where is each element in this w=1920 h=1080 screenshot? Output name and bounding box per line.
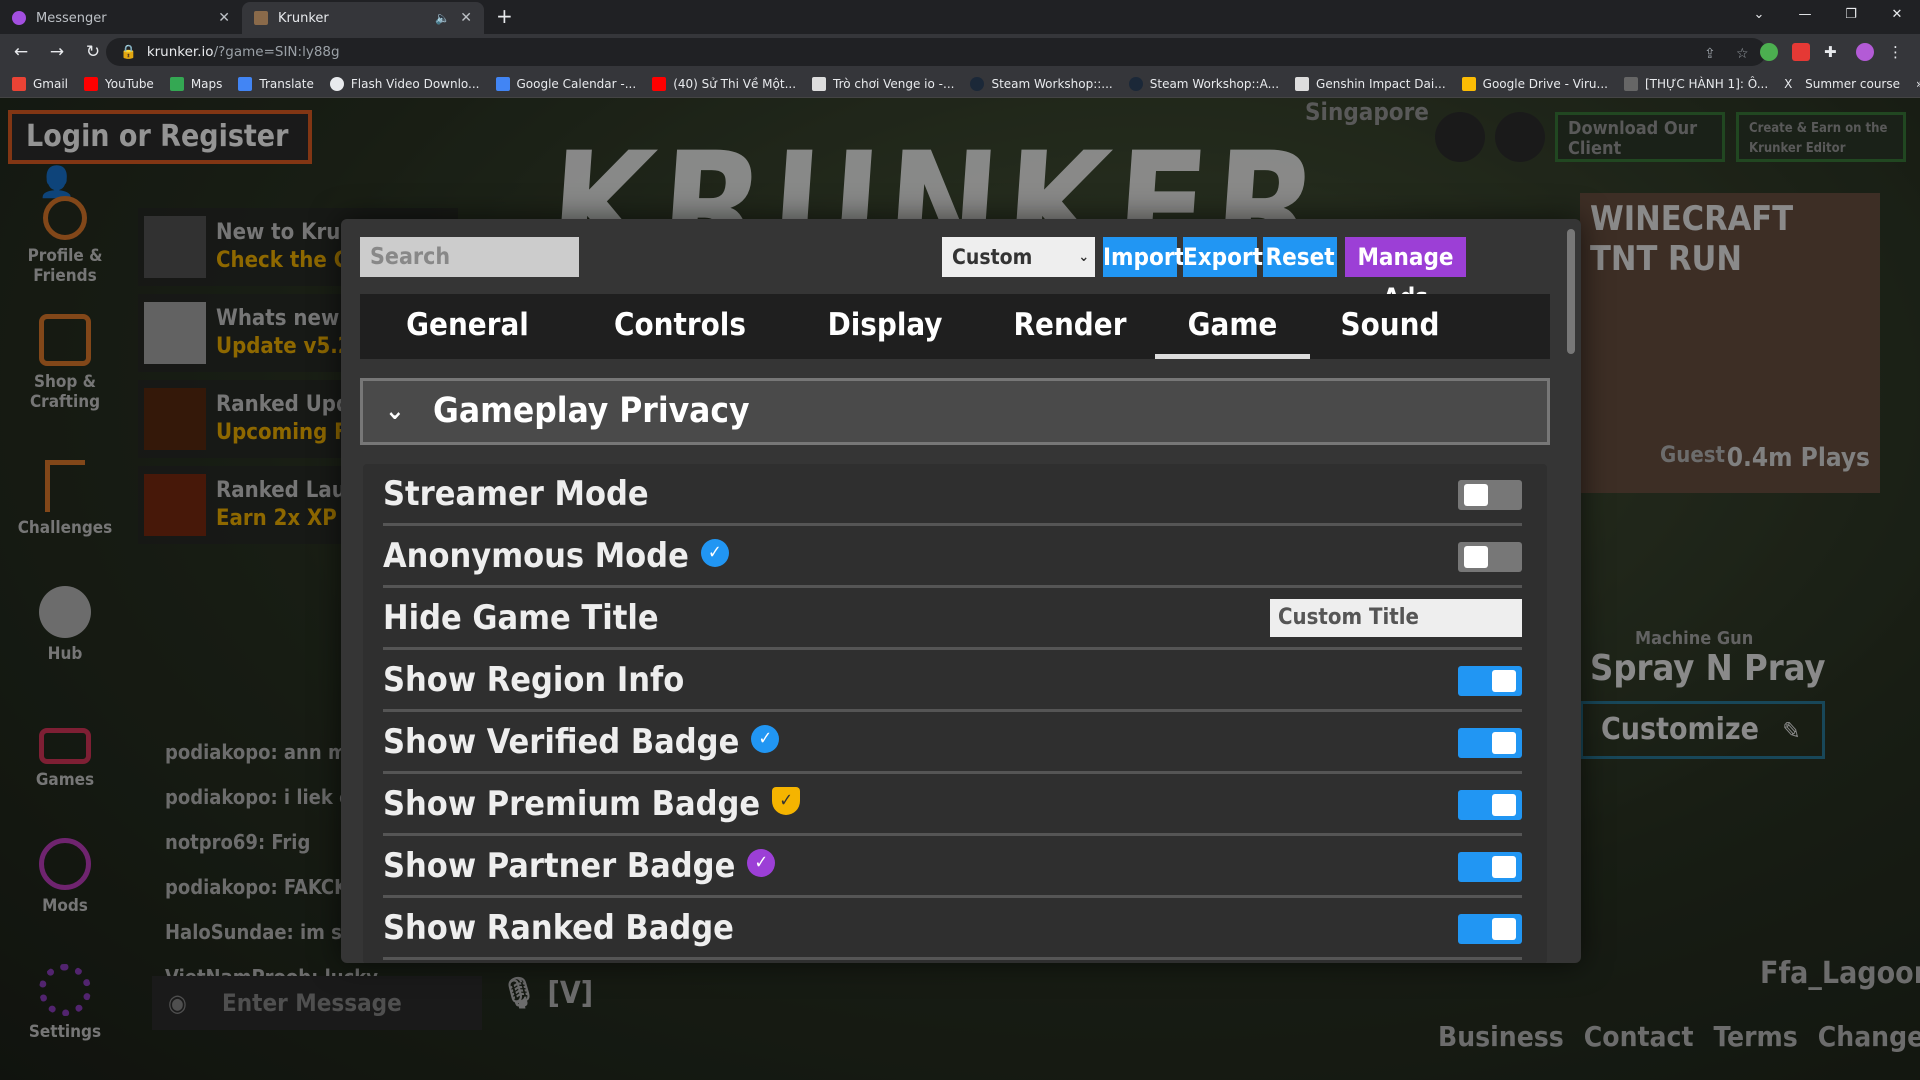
- new-tab-button[interactable]: +: [496, 4, 513, 28]
- show-premium-badge-toggle[interactable]: [1458, 790, 1522, 820]
- bookmark-item[interactable]: X Summer course: [1784, 77, 1900, 91]
- tab-krunker[interactable]: Krunker 🔈 ✕: [242, 2, 484, 34]
- url-path: /?game=SIN:ly88g: [213, 44, 340, 60]
- setting-label: Show Ranked Badge: [383, 907, 734, 948]
- bookmark-item[interactable]: [THỰC HÀNH 1]: Ô...: [1623, 76, 1768, 91]
- more-menu-icon[interactable]: ⋮: [1888, 43, 1906, 61]
- preset-select[interactable]: Custom ⌄: [942, 237, 1095, 277]
- show-region-info-toggle[interactable]: [1458, 666, 1522, 696]
- chevron-down-icon: ⌄: [1078, 249, 1089, 265]
- verified-badge-icon: ✓: [700, 538, 729, 567]
- settings-modal: Search Custom ⌄ Import Export Reset Mana…: [341, 219, 1581, 963]
- setting-row: Show Partner Badge ✓: [383, 836, 1522, 898]
- bookmark-item[interactable]: Translate: [238, 76, 314, 91]
- setting-label: Show Region Info: [383, 659, 685, 700]
- tab-game[interactable]: Game: [1155, 294, 1310, 359]
- section-header-gameplay-privacy[interactable]: ⌄ Gameplay Privacy: [360, 378, 1550, 445]
- anonymous-mode-toggle[interactable]: [1458, 542, 1522, 572]
- close-icon[interactable]: ✕: [460, 10, 472, 26]
- tab-messenger[interactable]: Messenger ✕: [0, 2, 242, 34]
- minimize-button[interactable]: —: [1782, 0, 1828, 30]
- bookmark-item[interactable]: Gmail: [12, 76, 68, 91]
- url-bar[interactable]: 🔒 krunker.io/?game=SIN:ly88g ⇪ ☆: [106, 38, 1766, 66]
- speaker-icon[interactable]: 🔈: [435, 11, 450, 25]
- setting-label: Streamer Mode: [383, 473, 649, 514]
- restore-button[interactable]: ❐: [1828, 0, 1874, 30]
- reload-button[interactable]: ↻: [78, 42, 108, 62]
- bookmark-item[interactable]: Flash Video Downlo...: [329, 76, 480, 91]
- bookmark-item[interactable]: Trò chơi Venge io -...: [812, 76, 954, 91]
- tab-render[interactable]: Render: [985, 294, 1155, 359]
- messenger-icon: [12, 11, 26, 25]
- bookmark-item[interactable]: Google Drive - Viru...: [1461, 76, 1608, 91]
- browser-tab-strip: Messenger ✕ Krunker 🔈 ✕ + ⌄ — ❐ ✕: [0, 0, 1920, 34]
- custom-title-input[interactable]: Custom Title: [1270, 599, 1522, 637]
- show-verified-badge-toggle[interactable]: [1458, 728, 1522, 758]
- tab-title: Krunker: [278, 10, 329, 26]
- close-window-button[interactable]: ✕: [1874, 0, 1920, 30]
- tab-sound[interactable]: Sound: [1310, 294, 1470, 359]
- share-icon[interactable]: ⇪: [1704, 46, 1722, 64]
- bookmark-star-icon[interactable]: ☆: [1736, 46, 1754, 64]
- export-button[interactable]: Export: [1183, 237, 1263, 277]
- bookmark-item[interactable]: Maps: [169, 76, 222, 91]
- premium-badge-icon: ✓: [772, 786, 801, 815]
- bookmark-item[interactable]: Steam Workshop::...: [970, 76, 1113, 91]
- bookmarks-bar: Gmail YouTube Maps Translate Flash Video…: [0, 70, 1920, 98]
- chevron-down-icon: ⌄: [385, 396, 405, 426]
- puzzle-icon[interactable]: ✚: [1824, 43, 1842, 61]
- tab-controls[interactable]: Controls: [575, 294, 785, 359]
- verified-badge-icon: ✓: [751, 724, 780, 753]
- settings-tabs: General Controls Display Render Game Sou…: [360, 294, 1550, 359]
- tab-title: Messenger: [36, 10, 107, 26]
- bookmark-item[interactable]: Google Calendar -...: [495, 76, 636, 91]
- game-viewport: KRUNKER Login or Register 👤 Singapore Do…: [0, 98, 1920, 1080]
- extensions-bar: ⇪ ☆: [1704, 46, 1754, 64]
- close-icon[interactable]: ✕: [218, 10, 230, 26]
- bookmark-item[interactable]: Steam Workshop::A...: [1128, 76, 1279, 91]
- settings-toolbar: Search Custom ⌄ Import Export Reset Mana…: [360, 237, 1550, 311]
- setting-label: Show Partner Badge: [383, 845, 736, 886]
- reset-button[interactable]: Reset: [1263, 237, 1337, 277]
- setting-label: Anonymous Mode: [383, 535, 689, 576]
- extension-icon[interactable]: [1760, 43, 1778, 61]
- bookmark-item[interactable]: YouTube: [84, 76, 154, 91]
- setting-label: Hide Game Title: [383, 597, 659, 638]
- krunker-favicon-icon: [254, 11, 268, 25]
- bookmark-item[interactable]: Genshin Impact Dai...: [1295, 76, 1446, 91]
- profile-avatar[interactable]: [1856, 43, 1874, 61]
- lock-icon: 🔒: [120, 44, 137, 60]
- setting-row: Streamer Mode: [383, 464, 1522, 526]
- partner-badge-icon: ✓: [747, 848, 776, 877]
- window-controls: ⌄ — ❐ ✕: [1736, 0, 1920, 30]
- setting-row: Show Ranked Badge: [383, 898, 1522, 960]
- extension-icon[interactable]: [1792, 43, 1810, 61]
- url-host: krunker.io: [146, 44, 214, 60]
- toolbar-extensions: ✚ ⋮: [1760, 43, 1906, 61]
- setting-label: Show Verified Badge: [383, 721, 740, 762]
- tab-display[interactable]: Display: [785, 294, 985, 359]
- setting-row: Show Region Info: [383, 650, 1522, 712]
- tab-general[interactable]: General: [360, 294, 575, 359]
- show-partner-badge-toggle[interactable]: [1458, 852, 1522, 882]
- more-bookmarks-icon[interactable]: »: [1916, 77, 1920, 91]
- setting-row: Show Verified Badge ✓: [383, 712, 1522, 774]
- setting-row: Hide Game Title Custom Title: [383, 588, 1522, 650]
- setting-row: Anonymous Mode ✓: [383, 526, 1522, 588]
- setting-label: Show Premium Badge: [383, 783, 761, 824]
- modal-scrollbar[interactable]: [1567, 229, 1575, 354]
- bookmark-item[interactable]: (40) Sử Thi Về Một...: [652, 76, 796, 91]
- forward-button[interactable]: →: [42, 42, 72, 62]
- settings-search-input[interactable]: Search: [360, 237, 579, 277]
- manage-ads-button[interactable]: Manage Ads: [1345, 237, 1466, 311]
- back-button[interactable]: ←: [6, 42, 36, 62]
- streamer-mode-toggle[interactable]: [1458, 480, 1522, 510]
- tab-search-icon[interactable]: ⌄: [1736, 0, 1782, 30]
- address-bar-row: ← → ↻ 🔒 krunker.io/?game=SIN:ly88g ⇪ ☆ ✚…: [0, 34, 1920, 70]
- settings-rows: Streamer Mode Anonymous Mode ✓ Hide Game…: [363, 464, 1547, 963]
- import-button[interactable]: Import: [1103, 237, 1185, 277]
- setting-row: Show Premium Badge ✓: [383, 774, 1522, 836]
- show-ranked-badge-toggle[interactable]: [1458, 914, 1522, 944]
